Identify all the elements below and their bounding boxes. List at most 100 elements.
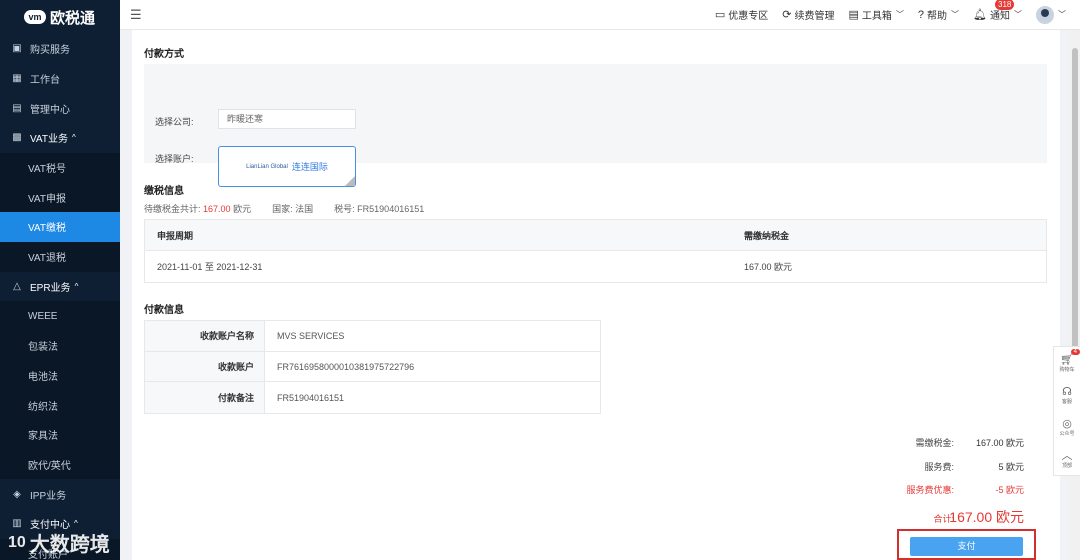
sidebar-item-label: 欧代/英代: [28, 460, 71, 472]
logo[interactable]: vm 欧税通: [0, 0, 120, 34]
topbar-notification[interactable]: 🔔︎ 通知 318 ﹀: [973, 0, 1022, 22]
cell-period: 2021-11-01 至 2021-12-31: [157, 262, 263, 272]
header-period: 申报周期: [157, 230, 194, 241]
watermark-logo-icon: 10: [8, 533, 26, 551]
sidebar-item-10[interactable]: 包装法: [0, 330, 120, 361]
sidebar-item-label: IPP业务: [30, 490, 67, 502]
dashboard-icon: ▦: [12, 73, 22, 85]
payee-account-value: FR7616958000010381975722796: [277, 361, 415, 372]
tax-country: 国家: 法国: [272, 204, 314, 214]
payee-name-value: MVS SERVICES: [277, 330, 345, 341]
wechat-icon: ◎: [1062, 417, 1072, 430]
sidebar-item-1[interactable]: ▦ 工作台: [0, 64, 120, 94]
sidebar-item-5[interactable]: VAT申报: [0, 182, 120, 213]
sidebar-item-12[interactable]: 纺织法: [0, 390, 120, 420]
topbar-right: ▭ 优惠专区 ⟳ 续费管理 ▤ 工具箱 ﹀ ? 帮助 ﹀ 🔔︎ 通知 318 ﹀…: [701, 0, 1080, 24]
summary-fee-label: 服务费:: [924, 462, 954, 472]
company-select[interactable]: 昨暖还寒: [218, 109, 356, 129]
cart-badge: 4: [1070, 349, 1080, 355]
topbar-coupon[interactable]: ▭ 优惠专区: [715, 7, 768, 22]
topbar-coupon-label: 优惠专区: [728, 11, 769, 22]
coupon-icon: ▭: [714, 9, 726, 21]
toolbox-icon: ▤: [848, 9, 859, 21]
summary-fee-value: 5 欧元: [998, 462, 1024, 472]
sidebar-item-label: VAT业务: [30, 134, 68, 146]
float-top-label: 顶部: [1061, 462, 1072, 469]
topbar-toolbox-label: 工具箱: [861, 11, 892, 22]
sidebar-item-15[interactable]: ◈ IPP业务: [0, 479, 120, 509]
sidebar-item-7[interactable]: VAT退税: [0, 241, 120, 272]
tax-table: 申报周期 需缴纳税金 2021-11-01 至 2021-12-31 167.0…: [144, 219, 1047, 283]
payee-name-key: 收款账户名称: [145, 321, 265, 351]
sidebar-item-label: 工作台: [30, 75, 60, 87]
table-row: 收款账户 FR7616958000010381975722796: [145, 351, 600, 383]
float-cart-label: 购物车: [1059, 366, 1075, 373]
main-content: 付款方式 选择公司: 昨暖还寒 选择账户: LianLian Global 连连…: [132, 30, 1060, 560]
topbar-help[interactable]: ? 帮助 ﹀: [918, 7, 960, 23]
tax-total-value: 167.00: [203, 204, 231, 214]
sidebar-item-11[interactable]: 电池法: [0, 360, 120, 391]
company-label: 选择公司:: [155, 117, 194, 127]
pay-button[interactable]: 支付: [910, 537, 1023, 556]
avatar[interactable]: [1036, 5, 1054, 24]
sidebar: vm 欧税通 ▣ 购买服务 ▦ 工作台 ▤ 管理中心 ▩ VAT业务 ^ VAT税号 VAT申报 VA…: [0, 0, 120, 560]
payment-method-box: 选择公司: 昨暖还寒 选择账户: LianLian Global 连连国际: [144, 64, 1047, 187]
float-wechat-label: 公众号: [1059, 430, 1075, 437]
bell-icon: 🔔︎: [973, 9, 987, 21]
sidebar-item-label: 电池法: [28, 371, 58, 383]
float-top[interactable]: ︿ 顶部: [1054, 443, 1080, 475]
sidebar-item-label: VAT退税: [28, 253, 66, 265]
sidebar-item-label: 纺织法: [28, 401, 58, 413]
topbar-renew[interactable]: ⟳ 续费管理: [782, 7, 834, 22]
account-card-lianlian[interactable]: LianLian Global 连连国际: [218, 146, 356, 187]
menu-toggle-icon[interactable]: ☰: [130, 7, 142, 23]
logo-text: 欧税通: [50, 9, 96, 27]
sidebar-item-label: VAT缴税: [28, 223, 66, 235]
account-card-cn: 连连国际: [291, 162, 328, 172]
summary-discount-label: 服务费优惠:: [906, 485, 954, 495]
chevron-down-icon: ﹀: [895, 10, 904, 19]
float-panel: 4 🛒︎ 购物车 ☊ 客服 ◎ 公众号 ︿ 顶部: [1053, 346, 1080, 476]
sidebar-item-6[interactable]: VAT缴税: [0, 212, 120, 242]
chevron-down-icon: ﹀: [1014, 10, 1022, 19]
tax-meta: 待缴税金共计: 167.00 欧元 国家: 法国 税号: FR519040161…: [144, 202, 424, 215]
sidebar-item-14[interactable]: 欧代/英代: [0, 449, 120, 480]
tax-total-label: 待缴税金共计:: [144, 204, 201, 214]
summary-tax-value: 167.00 欧元: [975, 438, 1024, 448]
chevron-down-icon[interactable]: ﹀: [1058, 9, 1066, 20]
sidebar-item-label: 包装法: [28, 342, 58, 354]
selected-corner-icon: [345, 176, 355, 186]
tax-number: 税号: FR51904016151: [334, 204, 425, 214]
renew-icon: ⟳: [782, 9, 792, 21]
cell-amount: 167.00 欧元: [744, 262, 793, 272]
logo-mark-icon: vm: [24, 10, 46, 24]
payee-info-table: 收款账户名称 MVS SERVICES 收款账户 FR7616958000010…: [144, 320, 601, 415]
topbar-renew-label: 续费管理: [794, 11, 835, 22]
chevron-up-icon: ^: [74, 519, 78, 529]
sidebar-item-0[interactable]: ▣ 购买服务: [0, 34, 120, 64]
float-service[interactable]: ☊ 客服: [1054, 379, 1080, 411]
table-row: 2021-11-01 至 2021-12-31 167.00 欧元: [145, 251, 1046, 282]
sidebar-item-13[interactable]: 家具法: [0, 419, 120, 450]
payee-account-key: 收款账户: [145, 351, 265, 382]
arrow-up-icon: ︿: [1061, 449, 1073, 462]
summary-total-value: 167.00 欧元: [949, 509, 1024, 525]
sidebar-item-label: 购买服务: [30, 45, 70, 57]
sidebar-item-4[interactable]: VAT税号: [0, 152, 120, 183]
briefcase-icon: ▩: [12, 132, 22, 144]
sidebar-item-2[interactable]: ▤ 管理中心: [0, 93, 120, 123]
sidebar-item-label: WEEE: [28, 310, 58, 322]
sidebar-item-9[interactable]: WEEE: [0, 301, 120, 331]
sidebar-item-label: 管理中心: [30, 104, 70, 116]
chevron-down-icon: ﹀: [951, 10, 960, 19]
topbar-toolbox[interactable]: ▤ 工具箱 ﹀: [849, 7, 904, 22]
summary-discount-value: -5 欧元: [995, 485, 1024, 495]
account-card-en: LianLian Global: [246, 163, 288, 170]
float-cart[interactable]: 4 🛒︎ 购物车: [1054, 347, 1080, 379]
float-wechat[interactable]: ◎ 公众号: [1054, 411, 1080, 443]
payment-note-value: FR51904016151: [277, 392, 345, 403]
chevron-up-icon: ^: [74, 281, 79, 291]
sidebar-item-3[interactable]: ▩ VAT业务 ^: [0, 123, 120, 153]
topbar: ☰ ▭ 优惠专区 ⟳ 续费管理 ▤ 工具箱 ﹀ ? 帮助 ﹀ 🔔︎ 通知 318…: [120, 0, 1080, 30]
sidebar-item-8[interactable]: △ EPR业务 ^: [0, 272, 120, 302]
